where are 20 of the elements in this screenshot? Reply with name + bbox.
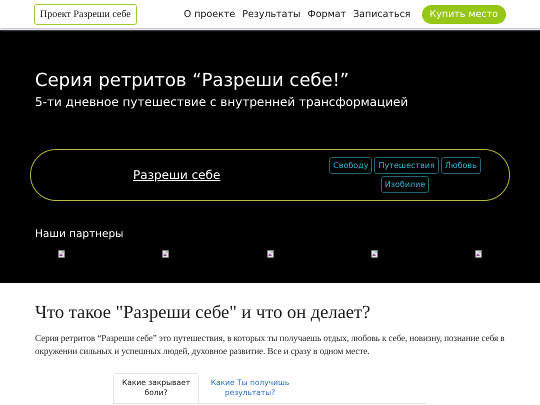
broken-image-icon (475, 250, 482, 258)
tag-button[interactable]: Путешествия (374, 157, 439, 174)
tag-button[interactable]: Любовь (440, 157, 481, 174)
hero-subtitle: 5-ти дневное путешествие с внутренней трансформацией (35, 95, 410, 109)
nav-link[interactable]: Результаты (242, 8, 301, 20)
nav-link[interactable]: Формат (308, 8, 346, 20)
nav-link[interactable]: О проекте (184, 8, 236, 20)
section-text: Серия ретритов “Разреши себе” это путешествия, в которых ты получаешь отдых, любовь к себе, новизну, познание себя в окружении сильных и успешных людей, духовное развитие. Все и сразу в одном месте. (35, 332, 505, 358)
nav-link[interactable]: Записаться (353, 8, 411, 20)
hero-title: Серия ретритов “Разреши себе!” (35, 70, 350, 91)
banner-link[interactable]: Разреши себе (133, 168, 323, 182)
broken-image-icon (370, 250, 378, 258)
partners-heading: Наши партнеры (35, 228, 124, 240)
site-logo[interactable]: Проект Разреши себе (34, 4, 137, 24)
tag-button[interactable]: Свободу (329, 157, 372, 174)
broken-image-icon (58, 250, 65, 258)
broken-image-icon (266, 250, 274, 258)
section-heading: Что такое "Разреши себе" и что он делает? (35, 303, 372, 324)
tag-button[interactable]: Изобилие (380, 176, 430, 193)
broken-image-icon (162, 250, 170, 258)
